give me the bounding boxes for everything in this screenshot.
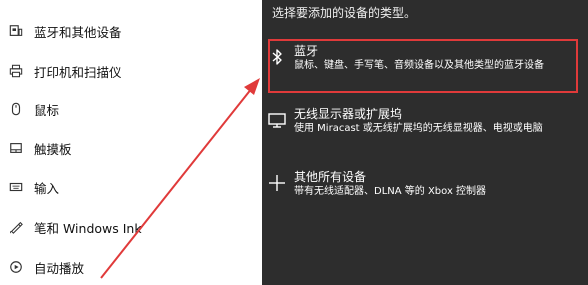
- mouse-icon: [8, 101, 24, 117]
- sidebar-item-bluetooth-devices[interactable]: 蓝牙和其他设备: [0, 12, 262, 50]
- pen-icon: [8, 219, 24, 235]
- autoplay-icon: [8, 259, 24, 275]
- bluetooth-devices-icon: [8, 23, 24, 39]
- dialog-subtitle: 选择要添加的设备的类型。: [272, 6, 417, 20]
- sidebar-item-label: 鼠标: [34, 102, 60, 118]
- printer-icon: [8, 63, 24, 79]
- option-title: 其他所有设备: [294, 170, 367, 184]
- option-wireless-display[interactable]: 无线显示器或扩展坞 使用 Miracast 或无线扩展坞的无线显视器、电视或电脑: [266, 107, 582, 136]
- sidebar-item-touchpad[interactable]: 触摸板: [0, 129, 262, 167]
- sidebar-item-label: 蓝牙和其他设备: [34, 24, 122, 40]
- option-title: 蓝牙: [294, 44, 319, 58]
- option-description: 鼠标、键盘、手写笔、音频设备以及其他类型的蓝牙设备: [294, 60, 544, 71]
- sidebar-item-input[interactable]: 输入: [0, 168, 262, 206]
- sidebar-item-mouse[interactable]: 鼠标: [0, 90, 262, 128]
- option-other-devices[interactable]: 其他所有设备 带有无线适配器、DLNA 等的 Xbox 控制器: [266, 170, 582, 199]
- touchpad-icon: [8, 140, 24, 156]
- plus-icon: [266, 172, 288, 194]
- sidebar-item-pen[interactable]: 笔和 Windows Ink: [0, 208, 262, 246]
- sidebar-item-label: 触摸板: [34, 141, 72, 157]
- sidebar-item-autoplay[interactable]: 自动播放: [0, 248, 262, 285]
- sidebar-item-label: 输入: [34, 180, 60, 196]
- sidebar-item-label: 自动播放: [34, 260, 85, 276]
- settings-sidebar: 蓝牙和其他设备 打印机和扫描仪 鼠标 触摸板 输入 笔和 Windows Ink: [0, 0, 262, 285]
- sidebar-item-printers[interactable]: 打印机和扫描仪: [0, 52, 262, 90]
- keyboard-icon: [8, 179, 24, 195]
- option-title: 无线显示器或扩展坞: [294, 107, 403, 121]
- bluetooth-icon: [266, 46, 288, 68]
- option-description: 带有无线适配器、DLNA 等的 Xbox 控制器: [294, 186, 487, 197]
- option-description: 使用 Miracast 或无线扩展坞的无线显视器、电视或电脑: [294, 123, 543, 134]
- monitor-icon: [266, 109, 288, 131]
- add-device-dialog: 选择要添加的设备的类型。 蓝牙 鼠标、键盘、手写笔、音频设备以及其他类型的蓝牙设…: [262, 0, 588, 285]
- option-bluetooth[interactable]: 蓝牙 鼠标、键盘、手写笔、音频设备以及其他类型的蓝牙设备: [266, 44, 582, 73]
- sidebar-item-label: 打印机和扫描仪: [34, 64, 122, 80]
- sidebar-item-label: 笔和 Windows Ink: [34, 220, 142, 236]
